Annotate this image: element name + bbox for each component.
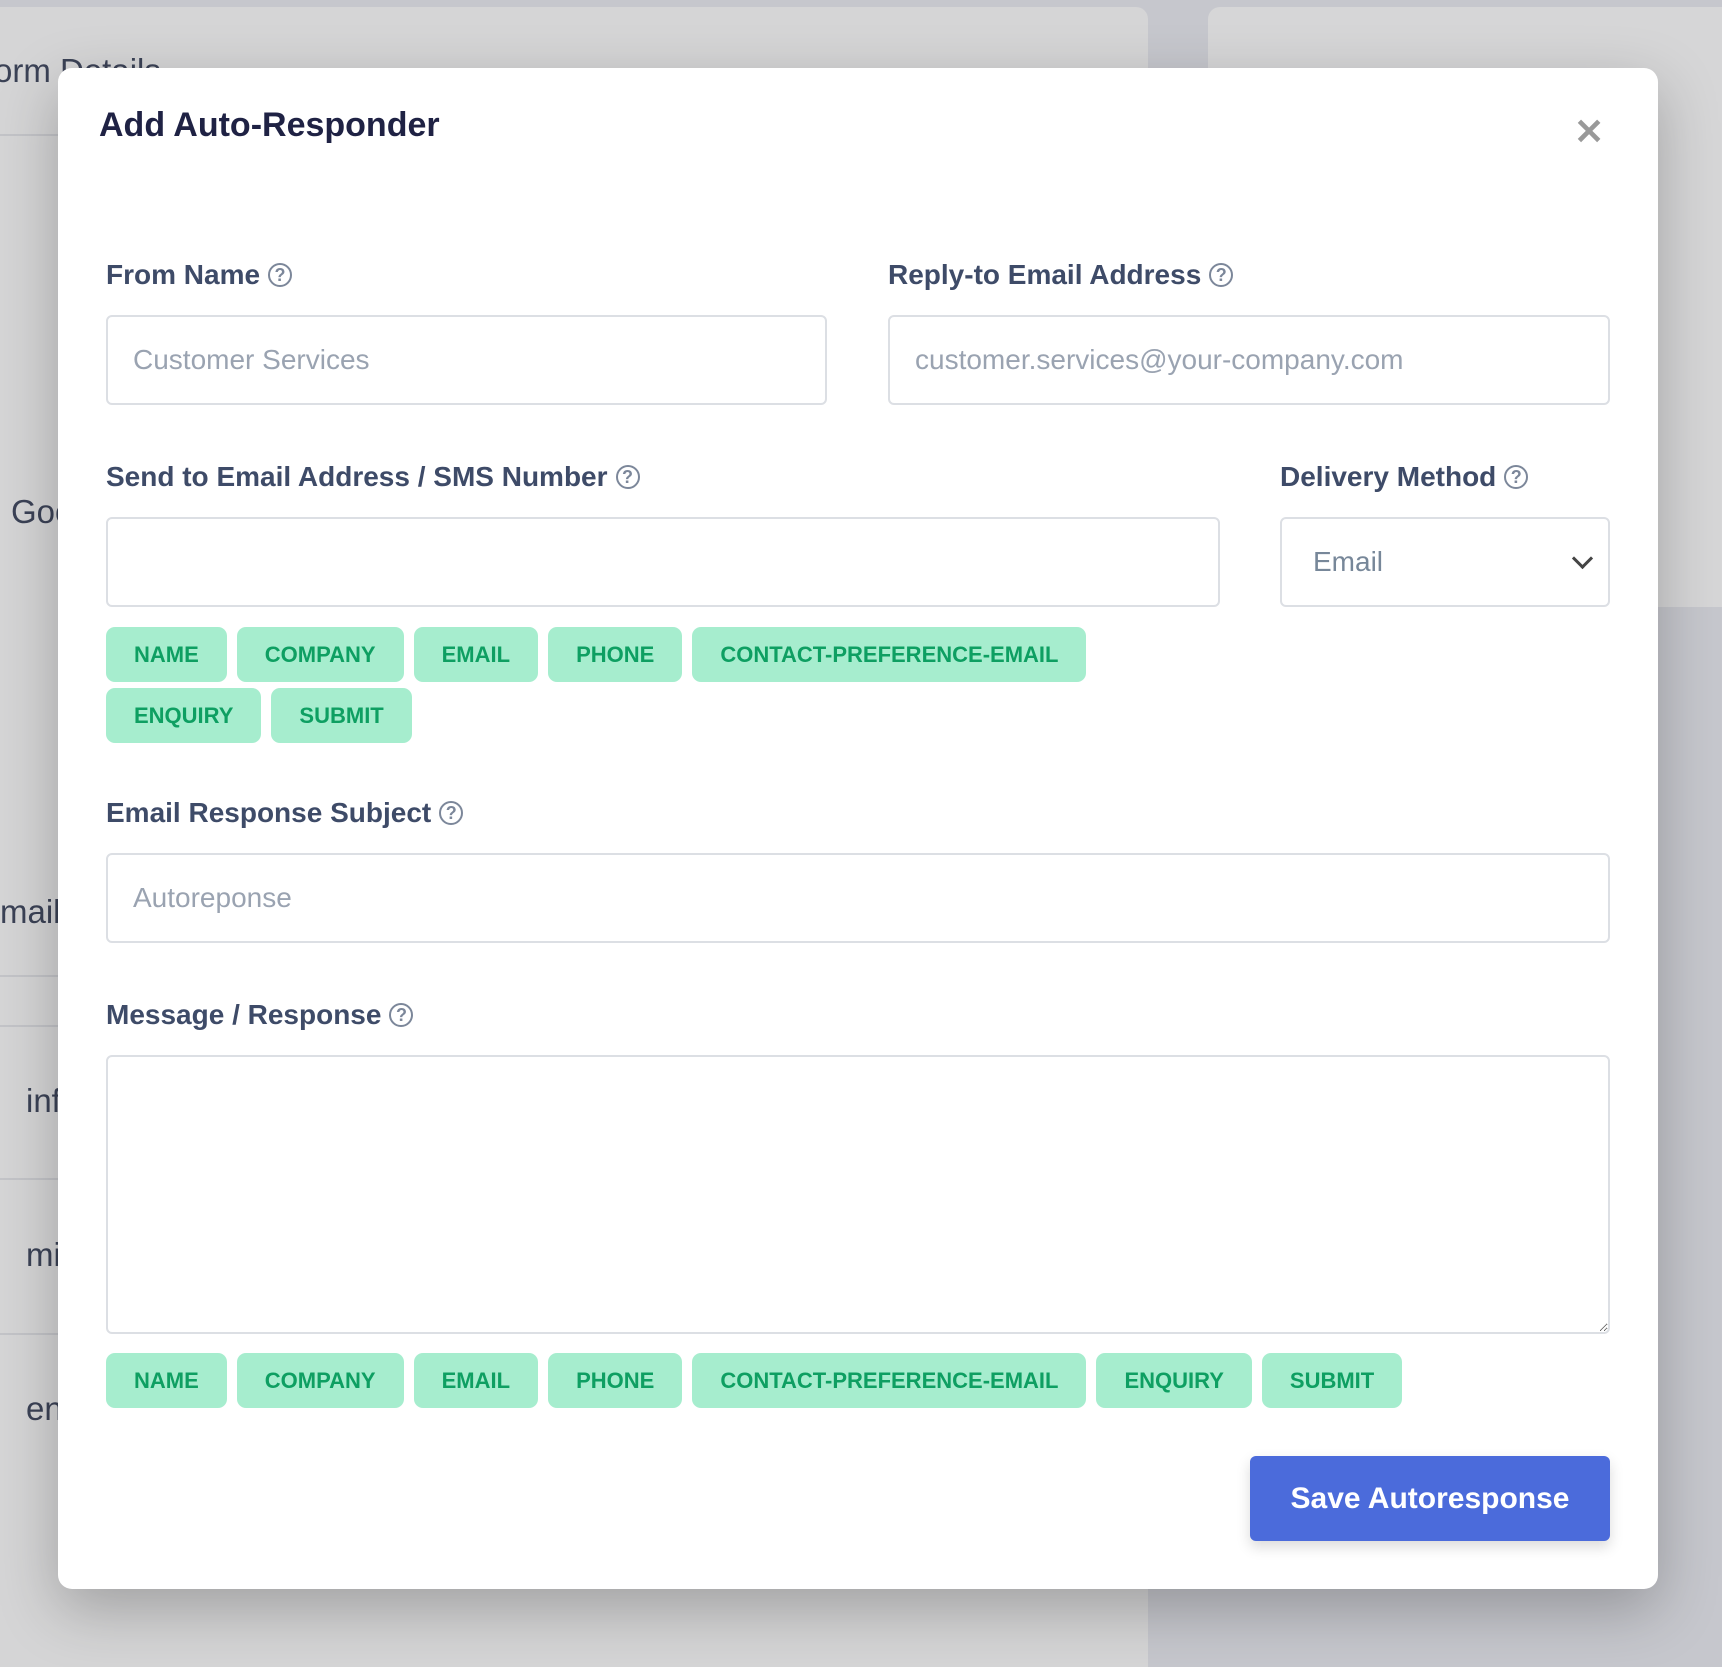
tag-enquiry[interactable]: ENQUIRY: [1096, 1353, 1252, 1408]
tag-contact-preference-email[interactable]: CONTACT-PREFERENCE-EMAIL: [692, 1353, 1087, 1408]
tag-company[interactable]: COMPANY: [236, 627, 404, 682]
tag-name[interactable]: NAME: [106, 627, 227, 682]
label-text: Email Response Subject: [106, 797, 432, 828]
label-text: Send to Email Address / SMS Number: [106, 461, 608, 492]
help-icon[interactable]: ?: [268, 263, 293, 287]
delivery-method-select[interactable]: Email: [1280, 517, 1610, 607]
tag-email[interactable]: EMAIL: [413, 1353, 539, 1408]
from-name-label: From Name ?: [106, 259, 293, 291]
from-name-input[interactable]: [106, 315, 827, 405]
help-icon[interactable]: ?: [1209, 263, 1234, 287]
send-to-tag-list: NAME COMPANY EMAIL PHONE CONTACT-PREFERE…: [106, 627, 1226, 743]
background-text: mi: [26, 1236, 61, 1273]
save-autoresponse-button[interactable]: Save Autoresponse: [1250, 1456, 1610, 1541]
modal-title: Add Auto-Responder: [99, 106, 440, 144]
label-text: Message / Response: [106, 999, 382, 1030]
reply-to-label: Reply-to Email Address ?: [888, 259, 1234, 291]
message-textarea[interactable]: [106, 1055, 1610, 1334]
tag-email[interactable]: EMAIL: [413, 627, 539, 682]
tag-phone[interactable]: PHONE: [548, 627, 683, 682]
help-icon[interactable]: ?: [439, 801, 464, 825]
help-icon[interactable]: ?: [615, 465, 640, 489]
message-label: Message / Response ?: [106, 999, 414, 1031]
subject-label: Email Response Subject ?: [106, 797, 464, 829]
tag-submit[interactable]: SUBMIT: [1261, 1353, 1403, 1408]
background-text: mail: [0, 893, 61, 930]
tag-company[interactable]: COMPANY: [236, 1353, 404, 1408]
reply-to-input[interactable]: [888, 315, 1610, 405]
label-text: From Name: [106, 259, 261, 290]
background-text: inf: [26, 1082, 61, 1119]
help-icon[interactable]: ?: [389, 1003, 414, 1027]
tag-name[interactable]: NAME: [106, 1353, 227, 1408]
delivery-method-label: Delivery Method ?: [1280, 461, 1529, 493]
tag-phone[interactable]: PHONE: [548, 1353, 683, 1408]
add-auto-responder-modal: Add Auto-Responder ✕ From Name ? Reply-t…: [58, 68, 1658, 1589]
help-icon[interactable]: ?: [1504, 465, 1529, 489]
send-to-label: Send to Email Address / SMS Number ?: [106, 461, 640, 493]
send-to-input[interactable]: [106, 517, 1220, 607]
tag-enquiry[interactable]: ENQUIRY: [106, 688, 262, 743]
close-icon[interactable]: ✕: [1574, 114, 1604, 150]
tag-submit[interactable]: SUBMIT: [271, 688, 412, 743]
label-text: Reply-to Email Address: [888, 259, 1202, 290]
subject-input[interactable]: [106, 853, 1610, 943]
label-text: Delivery Method: [1280, 461, 1497, 492]
message-tag-list: NAME COMPANY EMAIL PHONE CONTACT-PREFERE…: [106, 1353, 1610, 1408]
chevron-down-icon: [1571, 547, 1594, 569]
selected-value: Email: [1313, 546, 1384, 577]
tag-contact-preference-email[interactable]: CONTACT-PREFERENCE-EMAIL: [692, 627, 1087, 682]
